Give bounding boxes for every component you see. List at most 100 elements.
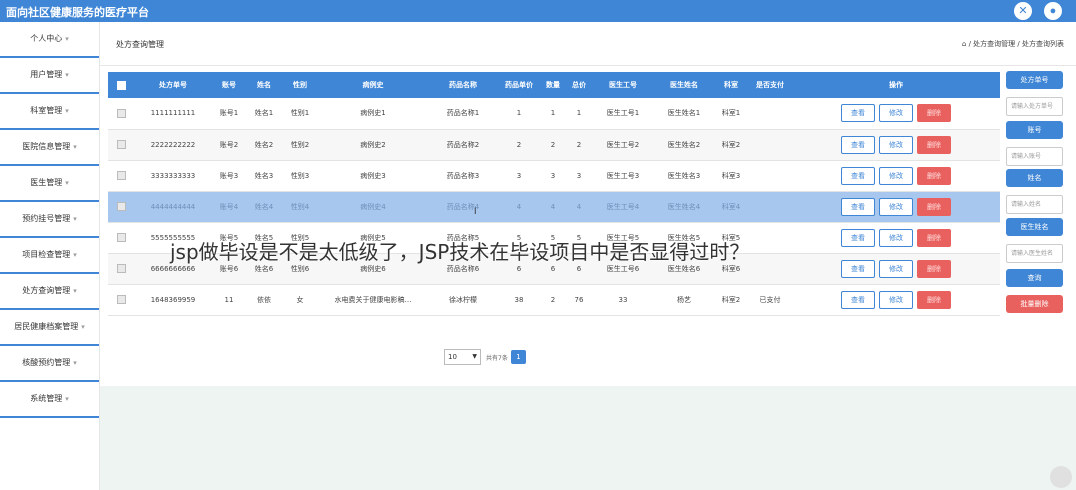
page-size-select[interactable]: 10 ▼ xyxy=(444,349,481,365)
col-header[interactable]: 药品名称 xyxy=(428,72,498,98)
chevron-down-icon: ▾ xyxy=(81,323,85,331)
table-cell: 女 xyxy=(282,284,318,316)
row-checkbox[interactable] xyxy=(108,160,134,192)
table-row[interactable]: 1111111111 账号1 姓名1 性别1 病例史1 药品名称1 1 1 1 医生工号1 医生姓名… xyxy=(108,98,1000,130)
search-label-doctor-name[interactable]: 医生姓名 xyxy=(1006,218,1063,236)
table-cell: 11 xyxy=(212,284,246,316)
table-row[interactable]: 3333333333 账号3 姓名3 性别3 病例史3 药品名称3 3 3 3 医生工号3 医生姓名… xyxy=(108,160,1000,192)
col-header[interactable]: 数量 xyxy=(540,72,566,98)
table-cell: 病例史4 xyxy=(318,191,428,223)
page-title: 处方查询管理 xyxy=(116,40,164,49)
sidebar-item-nucleic-acid[interactable]: 核酸预约管理 ▾ xyxy=(0,346,99,382)
scroll-top-button[interactable] xyxy=(1050,466,1072,488)
table-cell: 姓名3 xyxy=(246,160,282,192)
table-cell: 1 xyxy=(566,98,592,130)
delete-button[interactable]: 删除 xyxy=(917,166,951,185)
table-cell: 姓名4 xyxy=(246,191,282,223)
table-cell: 病例史1 xyxy=(318,98,428,130)
col-header[interactable]: 账号 xyxy=(212,72,246,98)
col-header[interactable]: 药品单价 xyxy=(498,72,540,98)
table-cell: 药品名称4 xyxy=(428,191,498,223)
user-icon[interactable]: ● xyxy=(1044,2,1062,20)
row-checkbox[interactable] xyxy=(108,98,134,130)
table-cell: 2 xyxy=(566,129,592,161)
row-checkbox[interactable] xyxy=(108,284,134,316)
search-label-account[interactable]: 账号 xyxy=(1006,121,1063,139)
col-header[interactable]: 医生工号 xyxy=(592,72,654,98)
col-header[interactable]: 医生姓名 xyxy=(654,72,714,98)
breadcrumb-text: / 处方查询管理 / 处方查询列表 xyxy=(968,40,1064,48)
col-header[interactable]: 总价 xyxy=(566,72,592,98)
query-button[interactable]: 查询 xyxy=(1006,269,1063,287)
table-row[interactable]: 4444444444 账号4 姓名4 性别4 病例史4 药品名称4 4 4 4 医生工号4 医生姓名… xyxy=(108,191,1000,223)
page-button-current[interactable]: 1 xyxy=(511,350,526,364)
view-button[interactable]: 查看 xyxy=(841,166,875,185)
sidebar-item-doctor-management[interactable]: 医生管理 ▾ xyxy=(0,166,99,202)
sidebar-item-prescription[interactable]: 处方查询管理 ▾ xyxy=(0,274,99,310)
top-bar: 面向社区健康服务的医疗平台 ✕ ● xyxy=(0,0,1076,22)
edit-button[interactable]: 修改 xyxy=(879,290,913,309)
account-input[interactable]: 请输入账号 xyxy=(1006,147,1063,166)
row-checkbox[interactable] xyxy=(108,253,134,285)
sidebar-item-appointment[interactable]: 预约挂号管理 ▾ xyxy=(0,202,99,238)
delete-button[interactable]: 删除 xyxy=(917,228,951,247)
select-all-checkbox[interactable] xyxy=(108,72,134,98)
table-cell: 医生姓名1 xyxy=(654,98,714,130)
tools-icon[interactable]: ✕ xyxy=(1014,2,1032,20)
table-cell: 杨艺 xyxy=(654,284,714,316)
search-label-prescription-no[interactable]: 处方单号 xyxy=(1006,71,1063,89)
prescription-no-input[interactable]: 请输入处方单号 xyxy=(1006,97,1063,116)
table-cell xyxy=(748,129,792,161)
col-header[interactable]: 是否支付 xyxy=(748,72,792,98)
table-cell: 医生工号4 xyxy=(592,191,654,223)
search-label-name[interactable]: 姓名 xyxy=(1006,169,1063,187)
name-input[interactable]: 请输入姓名 xyxy=(1006,195,1063,214)
table-cell: 1 xyxy=(498,98,540,130)
sidebar-item-examination[interactable]: 项目检查管理 ▾ xyxy=(0,238,99,274)
sidebar-item-label: 项目检查管理 xyxy=(22,250,71,259)
table-cell: 性别1 xyxy=(282,98,318,130)
view-button[interactable]: 查看 xyxy=(841,104,875,123)
sidebar-item-health-records[interactable]: 居民健康档案管理 ▾ xyxy=(0,310,99,346)
sidebar-item-personal-center[interactable]: 个人中心 ▾ xyxy=(0,22,99,58)
sidebar-item-department-management[interactable]: 科室管理 ▾ xyxy=(0,94,99,130)
sidebar-item-hospital-info[interactable]: 医院信息管理 ▾ xyxy=(0,130,99,166)
sidebar-item-label: 个人中心 xyxy=(30,34,63,43)
col-header[interactable]: 病例史 xyxy=(318,72,428,98)
view-button[interactable]: 查看 xyxy=(841,197,875,216)
col-header[interactable]: 科室 xyxy=(714,72,748,98)
batch-delete-button[interactable]: 批量删除 xyxy=(1006,295,1063,313)
table-cell: 1648369959 xyxy=(134,284,212,316)
row-checkbox[interactable] xyxy=(108,222,134,254)
col-header[interactable]: 处方单号 xyxy=(134,72,212,98)
table-row[interactable]: 2222222222 账号2 姓名2 性别2 病例史2 药品名称2 2 2 2 医生工号2 医生姓名… xyxy=(108,129,1000,161)
chevron-down-icon: ▾ xyxy=(73,287,77,295)
row-checkbox[interactable] xyxy=(108,129,134,161)
delete-button[interactable]: 删除 xyxy=(917,104,951,123)
edit-button[interactable]: 修改 xyxy=(879,197,913,216)
view-button[interactable]: 查看 xyxy=(841,228,875,247)
doctor-name-input[interactable]: 请输入医生姓名 xyxy=(1006,244,1063,263)
view-button[interactable]: 查看 xyxy=(841,290,875,309)
edit-button[interactable]: 修改 xyxy=(879,259,913,278)
edit-button[interactable]: 修改 xyxy=(879,166,913,185)
view-button[interactable]: 查看 xyxy=(841,259,875,278)
home-icon[interactable]: ⌂ xyxy=(962,40,966,48)
col-header[interactable]: 姓名 xyxy=(246,72,282,98)
delete-button[interactable]: 删除 xyxy=(917,290,951,309)
sidebar-item-system[interactable]: 系统管理 ▾ xyxy=(0,382,99,418)
edit-button[interactable]: 修改 xyxy=(879,228,913,247)
delete-button[interactable]: 删除 xyxy=(917,259,951,278)
table-cell xyxy=(748,160,792,192)
view-button[interactable]: 查看 xyxy=(841,135,875,154)
sidebar-item-user-management[interactable]: 用户管理 ▾ xyxy=(0,58,99,94)
table-row[interactable]: 1648369959 11 依依女水电费关于健康电影稿… 徐冰柠檬 38 2 76 33 杨艺科… xyxy=(108,284,1000,316)
table-cell: 科室2 xyxy=(714,284,748,316)
edit-button[interactable]: 修改 xyxy=(879,135,913,154)
delete-button[interactable]: 删除 xyxy=(917,135,951,154)
row-checkbox[interactable] xyxy=(108,191,134,223)
content-panel: 处方单号 账号 姓名 性别 病例史 药品名称 药品单价 数量 总价 医生工号 医… xyxy=(100,66,1076,386)
delete-button[interactable]: 删除 xyxy=(917,197,951,216)
edit-button[interactable]: 修改 xyxy=(879,104,913,123)
col-header[interactable]: 性别 xyxy=(282,72,318,98)
